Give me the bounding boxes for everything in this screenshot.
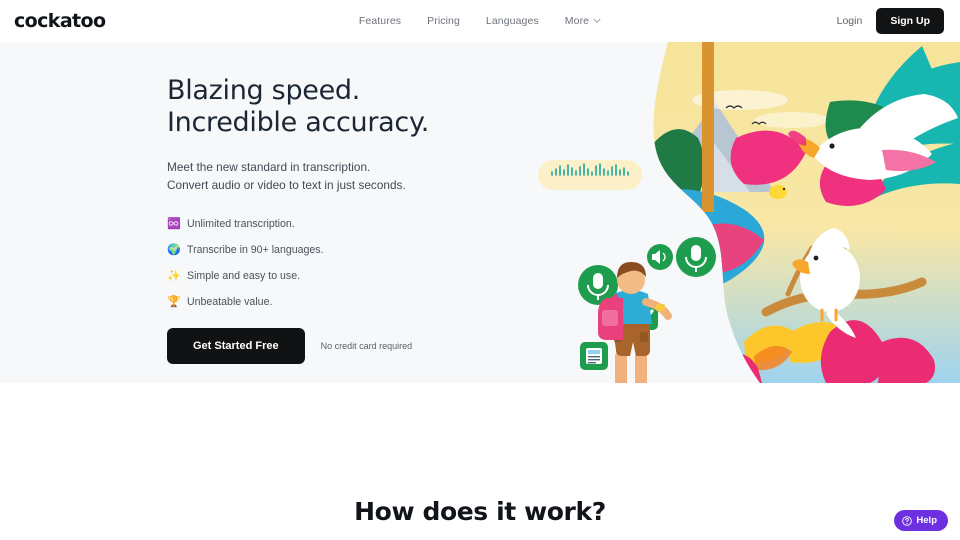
feature-label-simple: Simple and easy to use.: [187, 270, 301, 283]
backpack-pocket: [602, 310, 618, 326]
nav-link-pricing[interactable]: Pricing: [427, 15, 460, 27]
small-yellow-bird: [769, 185, 787, 199]
question-circle-icon: [902, 515, 913, 526]
tree-trunk: [702, 42, 714, 212]
how-it-works-title: How does it work?: [354, 497, 606, 526]
hero-subheading: Meet the new standard in transcription. …: [167, 159, 406, 192]
cloud-2: [754, 112, 830, 128]
trophy-icon: 🏆: [167, 295, 181, 308]
globe-icon: 🌍: [167, 243, 181, 256]
hero-section: Blazing speed. Incredible accuracy. Meet…: [0, 42, 960, 383]
feature-item-simple: ✨ Simple and easy to use.: [167, 270, 467, 282]
hero-cta-row: Get Started Free No credit card required: [167, 328, 467, 365]
no-credit-card-note: No credit card required: [320, 341, 413, 352]
feature-label-unlimited: Unlimited transcription.: [187, 218, 295, 231]
help-widget-button[interactable]: Help: [894, 510, 948, 531]
feature-item-unlimited: ♾️ Unlimited transcription.: [167, 218, 467, 230]
nav-more-label: More: [564, 15, 590, 27]
leg-right: [635, 352, 647, 383]
infinity-icon: ♾️: [167, 217, 181, 230]
nav-link-features[interactable]: Features: [359, 15, 401, 27]
sparkles-icon: ✨: [167, 269, 181, 282]
illustration-clip-group: [653, 42, 960, 383]
hero-headline-line-2: Incredible accuracy.: [167, 106, 430, 138]
wristband: [656, 304, 665, 311]
nav-actions-group: Login Sign Up: [837, 8, 944, 34]
feature-label-languages: Transcribe in 90+ languages.: [187, 244, 324, 257]
nav-links-group: Features Pricing Languages More: [0, 15, 960, 27]
feature-label-value: Unbeatable value.: [187, 296, 273, 309]
get-started-free-button[interactable]: Get Started Free: [167, 328, 305, 365]
sign-up-button[interactable]: Sign Up: [876, 8, 944, 34]
hero-headline: Blazing speed. Incredible accuracy.: [167, 75, 467, 139]
hero-feature-list: ♾️ Unlimited transcription. 🌍 Transcribe…: [167, 218, 467, 308]
audio-waveform-bubble: [538, 160, 642, 190]
trusted-by-section: Trusted by 500000+ customers and teams o…: [0, 383, 960, 483]
leg-left: [615, 352, 627, 383]
how-it-works-section: How does it work?: [0, 483, 960, 526]
hero-headline-line-1: Blazing speed.: [167, 75, 361, 106]
microphone-icon-badge: [676, 237, 716, 277]
login-link[interactable]: Login: [837, 15, 863, 27]
top-navigation-bar: cockatoo Features Pricing Languages More…: [0, 0, 960, 42]
brand-logo[interactable]: cockatoo: [14, 10, 106, 32]
hero-copy: Blazing speed. Incredible accuracy. Meet…: [167, 75, 467, 365]
boy-illustration: [598, 262, 672, 383]
nav-link-languages[interactable]: Languages: [486, 15, 539, 27]
nav-link-more[interactable]: More: [565, 15, 601, 27]
help-widget-label: Help: [916, 515, 937, 526]
feature-item-value: 🏆 Unbeatable value.: [167, 296, 467, 308]
chevron-down-icon: [593, 18, 601, 24]
feature-item-languages: 🌍 Transcribe in 90+ languages.: [167, 244, 467, 256]
